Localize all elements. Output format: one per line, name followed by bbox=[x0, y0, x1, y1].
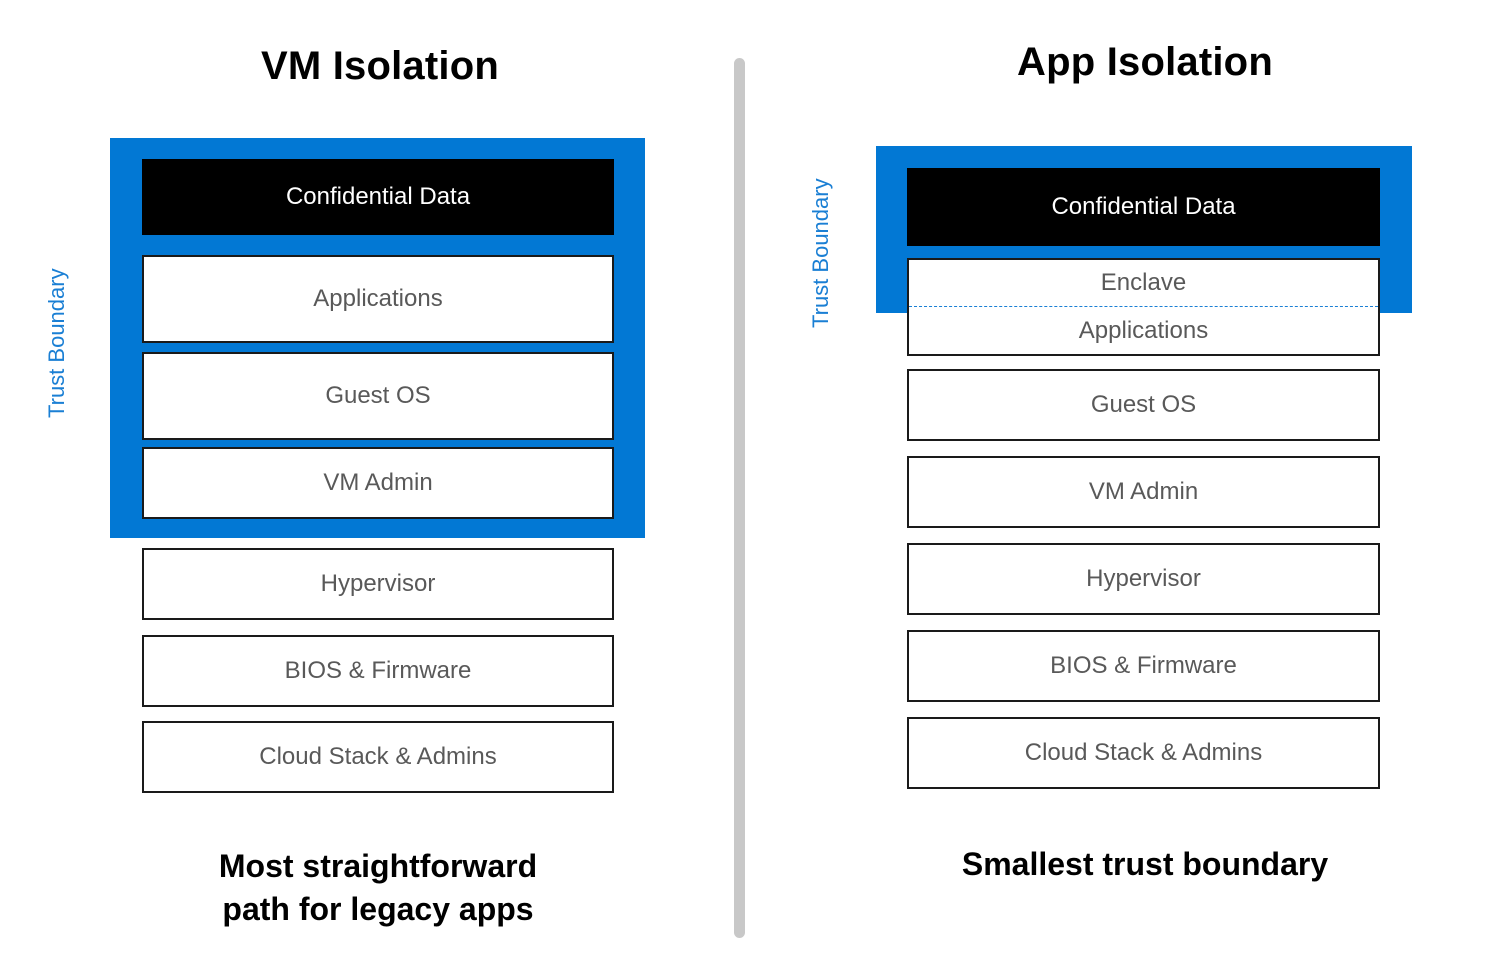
page-title-vm-isolation: VM Isolation bbox=[261, 44, 499, 88]
caption-left-line-1: Most straightforward bbox=[218, 848, 538, 884]
panel-divider bbox=[734, 58, 745, 938]
trust-boundary-label-right: Trust Boundary bbox=[808, 178, 833, 328]
trust-boundary-label-left: Trust Boundary bbox=[44, 268, 69, 418]
stack-box-guest-os-right: Guest OS bbox=[907, 369, 1380, 441]
stack-box-hypervisor-left: Hypervisor bbox=[142, 548, 614, 620]
caption-left-line-2: path for legacy apps bbox=[222, 891, 534, 928]
stack-box-hypervisor-right: Hypervisor bbox=[907, 543, 1380, 615]
stack-box-vm-admin-right: VM Admin bbox=[907, 456, 1380, 528]
diagram-canvas: VM Isolation App Isolation Trust Boundar… bbox=[0, 0, 1488, 980]
stack-box-enclave-label: Enclave bbox=[909, 260, 1378, 307]
stack-box-enclave-applications-right: Enclave Applications bbox=[907, 258, 1380, 356]
stack-box-bios-firmware-right: BIOS & Firmware bbox=[907, 630, 1380, 702]
stack-box-cloud-stack-admins-right: Cloud Stack & Admins bbox=[907, 717, 1380, 789]
caption-left: Most straightforward path for legacy app… bbox=[130, 845, 626, 931]
caption-right-line-1: Smallest trust boundary bbox=[961, 846, 1329, 882]
stack-box-applications-left: Applications bbox=[142, 255, 614, 343]
stack-box-vm-admin-left: VM Admin bbox=[142, 447, 614, 519]
page-title-app-isolation: App Isolation bbox=[1017, 40, 1273, 84]
stack-box-bios-firmware-left: BIOS & Firmware bbox=[142, 635, 614, 707]
caption-right: Smallest trust boundary bbox=[900, 843, 1390, 886]
stack-box-guest-os-left: Guest OS bbox=[142, 352, 614, 440]
stack-box-confidential-data-right: Confidential Data bbox=[907, 168, 1380, 246]
stack-box-applications-label-right: Applications bbox=[1078, 316, 1209, 344]
stack-box-cloud-stack-admins-left: Cloud Stack & Admins bbox=[142, 721, 614, 793]
stack-box-confidential-data-left: Confidential Data bbox=[142, 159, 614, 235]
